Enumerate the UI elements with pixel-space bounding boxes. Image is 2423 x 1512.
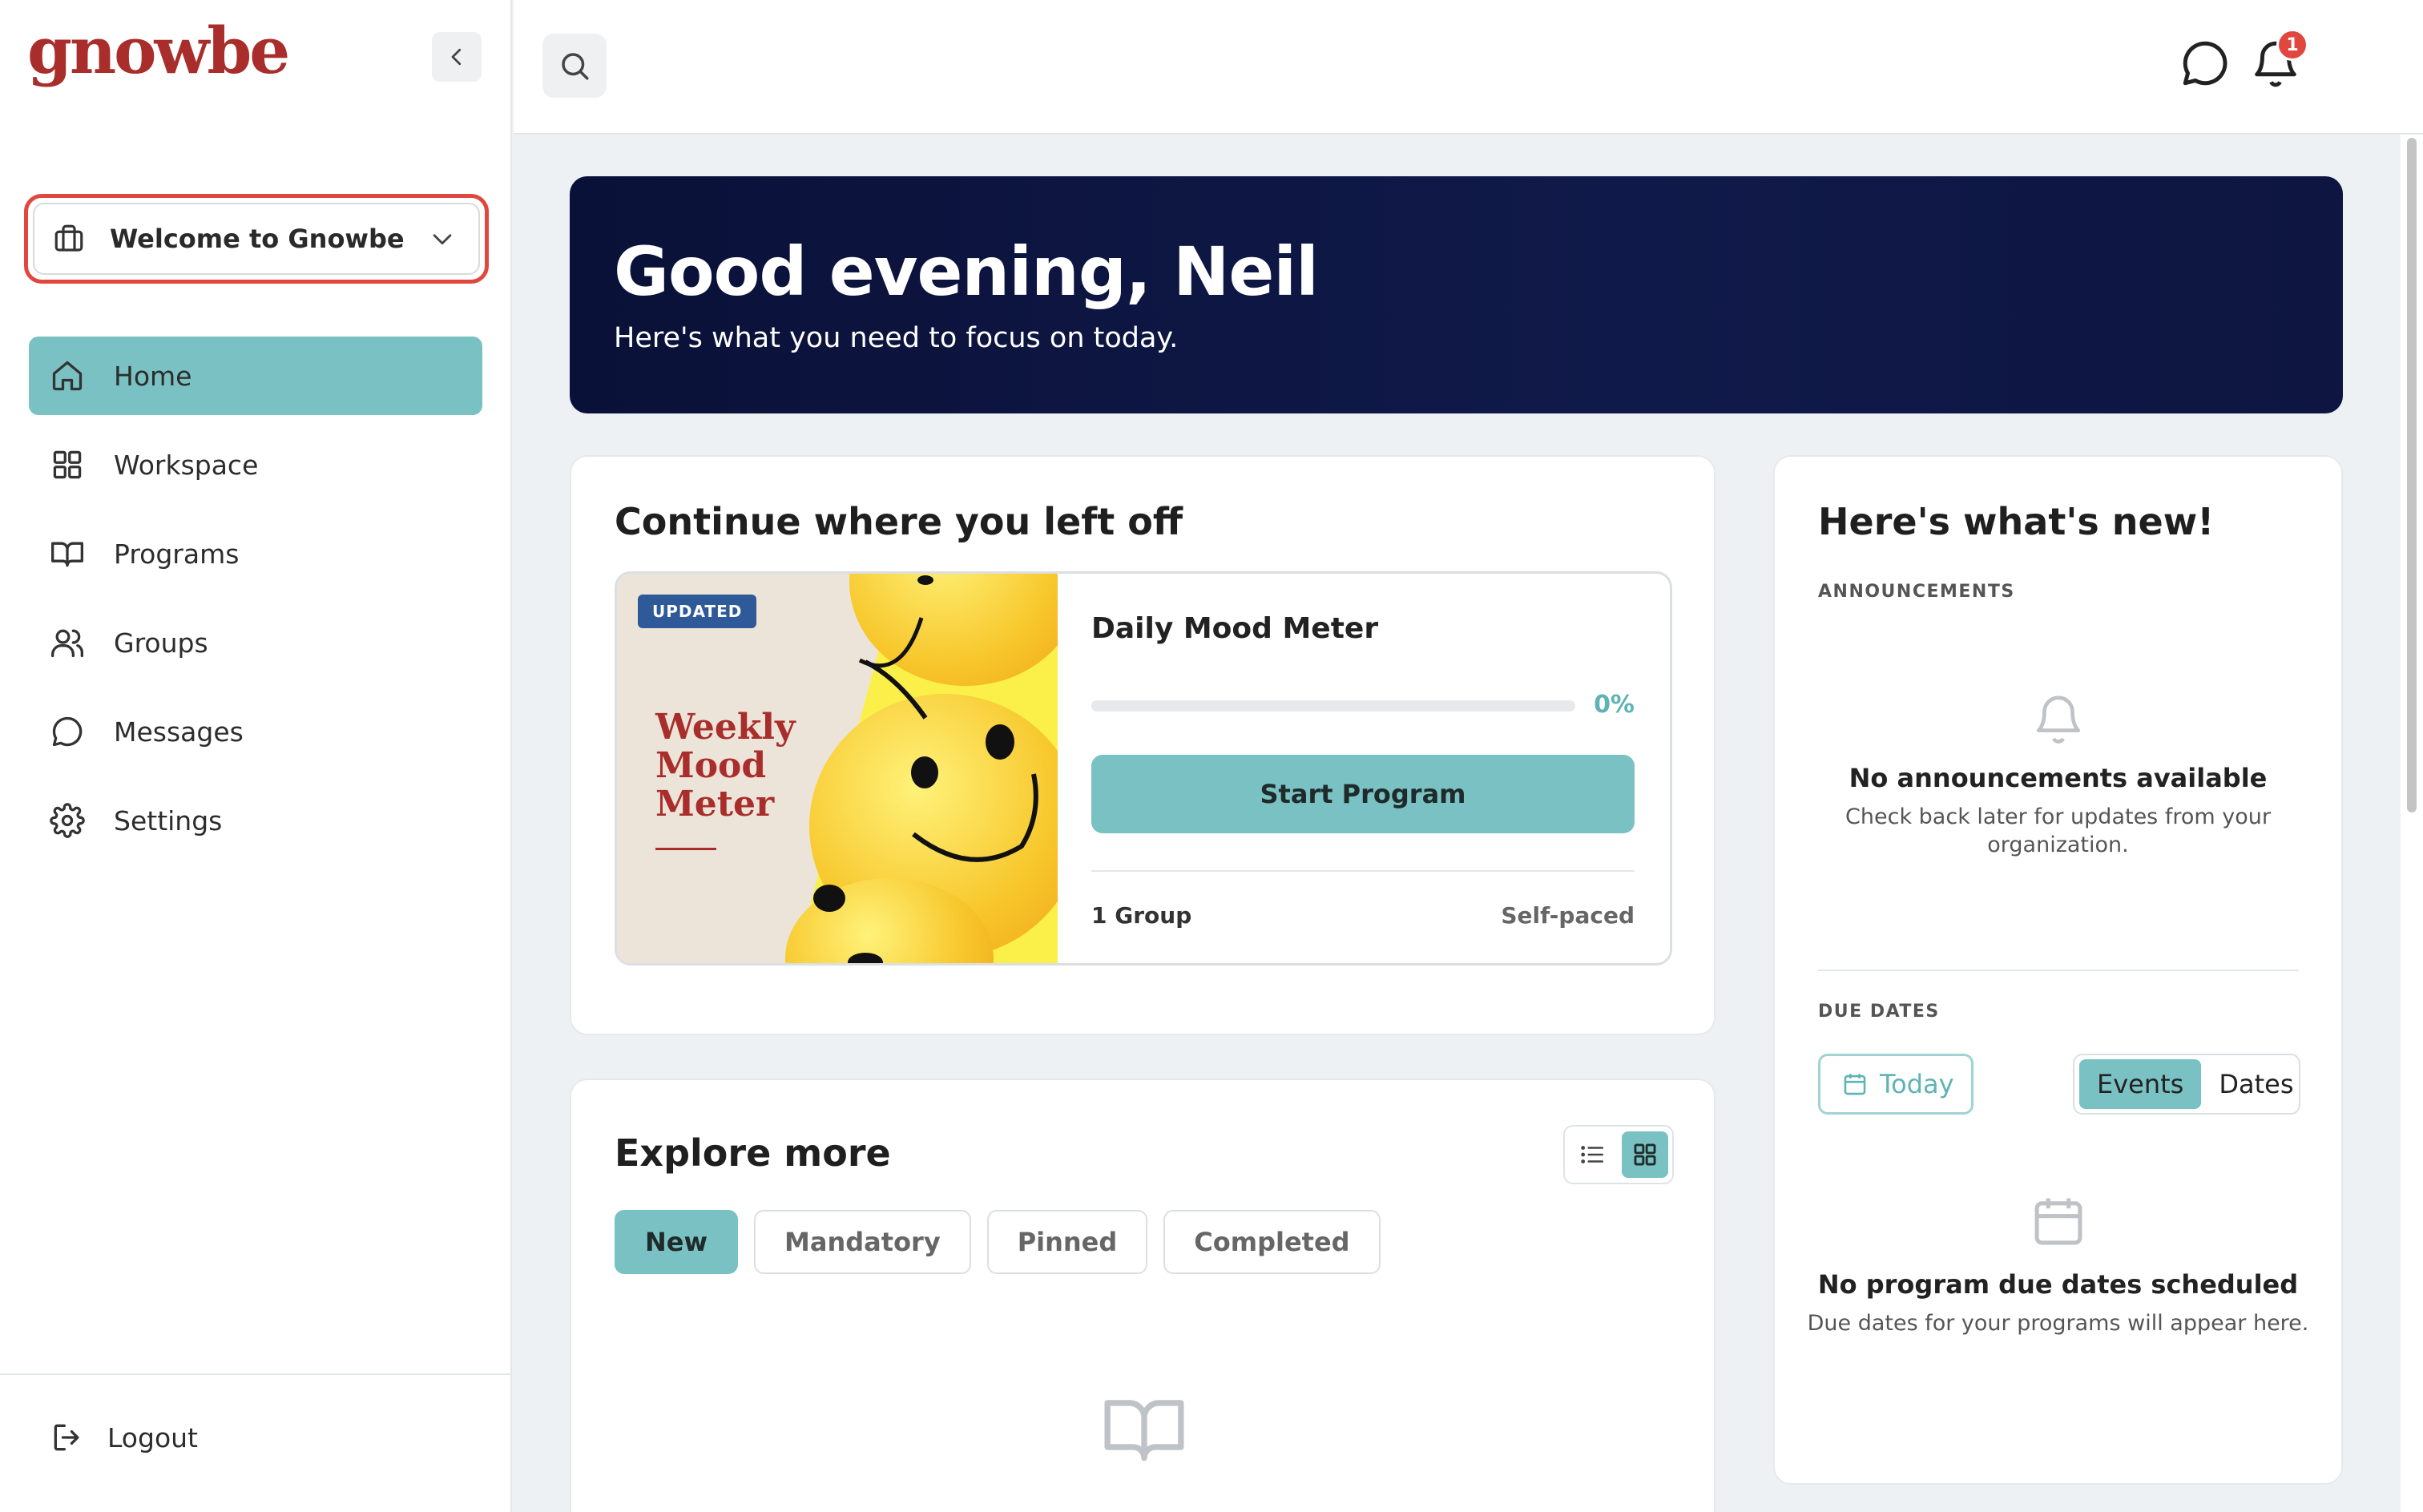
section-divider: [1818, 970, 2299, 971]
calendar-icon: [2034, 1198, 2082, 1245]
events-dates-toggle: Events Dates: [2073, 1054, 2300, 1115]
thumbnail-title: Weekly Mood Meter: [655, 707, 796, 825]
tab-completed[interactable]: Completed: [1163, 1210, 1381, 1274]
program-card[interactable]: UPDATED Weekly Mood Meter Daily Mood Met…: [615, 571, 1672, 966]
explore-card: Explore more New Mandatory Pinned Comple…: [570, 1079, 1715, 1512]
home-icon: [52, 361, 83, 391]
whats-new-card: Here's what's new! ANNOUNCEMENTS No anno…: [1773, 455, 2343, 1485]
whats-new-title: Here's what's new!: [1818, 500, 2215, 543]
sidebar-item-messages[interactable]: Messages: [29, 692, 482, 771]
empty-programs-illustration: [1100, 1385, 1188, 1476]
explore-title: Explore more: [615, 1131, 891, 1175]
announcements-empty-state: No announcements available Check back la…: [1775, 691, 2341, 859]
continue-title: Continue where you left off: [615, 500, 1183, 543]
sidebar: gnowbe Welcome to Gnowbe Home Workspace …: [0, 0, 512, 1512]
chat-icon: [52, 716, 83, 747]
due-dates-empty-text: Due dates for your programs will appear …: [1807, 1311, 2309, 1336]
events-option[interactable]: Events: [2079, 1059, 2202, 1109]
sidebar-item-label: Settings: [114, 804, 223, 837]
collapse-sidebar-button[interactable]: [432, 32, 482, 82]
sidebar-item-label: Messages: [114, 716, 244, 748]
program-card-divider: [1091, 870, 1635, 872]
view-mode-toggle: [1563, 1125, 1674, 1184]
explore-filter-tabs: New Mandatory Pinned Completed: [615, 1210, 1381, 1274]
sidebar-item-label: Programs: [114, 538, 240, 570]
list-icon: [1581, 1146, 1604, 1163]
tab-pinned[interactable]: Pinned: [986, 1210, 1148, 1274]
sidebar-item-label: Groups: [114, 627, 208, 659]
due-dates-empty-state: No program due dates scheduled Due dates…: [1775, 1191, 2341, 1337]
top-bar: 1: [514, 0, 2423, 135]
greeting-title: Good evening, Neil: [614, 232, 1319, 311]
sidebar-item-groups[interactable]: Groups: [29, 603, 482, 682]
program-group-count: 1 Group: [1091, 902, 1192, 929]
list-view-button[interactable]: [1569, 1131, 1615, 1178]
program-name[interactable]: Daily Mood Meter: [1091, 612, 1378, 645]
workspace-selector-label: Welcome to Gnowbe: [110, 224, 405, 254]
progress-bar: [1091, 700, 1575, 712]
sidebar-item-label: Workspace: [114, 449, 259, 481]
search-button[interactable]: [542, 34, 607, 98]
program-details: Daily Mood Meter 0% Start Program 1 Grou…: [1091, 574, 1635, 963]
program-thumbnail[interactable]: UPDATED Weekly Mood Meter: [617, 574, 1058, 963]
gear-icon: [50, 803, 85, 838]
gnowbe-logo[interactable]: gnowbe: [27, 13, 290, 88]
program-pace: Self-paced: [1501, 902, 1635, 929]
users-icon: [51, 629, 83, 658]
greeting-banner: Good evening, Neil Here's what you need …: [570, 176, 2343, 413]
announcements-label: ANNOUNCEMENTS: [1818, 582, 2015, 602]
continue-card: Continue where you left off UPDATED Week…: [570, 455, 1715, 1035]
sidebar-nav: Home Workspace Programs Groups Messages …: [29, 337, 482, 870]
scrollbar-thumb[interactable]: [2407, 138, 2417, 812]
workspace-selector[interactable]: Welcome to Gnowbe: [24, 194, 489, 284]
due-dates-empty-title: No program due dates scheduled: [1817, 1269, 2299, 1300]
today-button[interactable]: Today: [1818, 1054, 1973, 1115]
search-icon: [562, 53, 589, 80]
announcements-empty-title: No announcements available: [1848, 763, 2268, 793]
chevron-left-icon: [451, 48, 462, 66]
book-icon: [1104, 1400, 1184, 1462]
announcements-empty-text: Check back later for updates from your o…: [1845, 804, 2271, 857]
logout-button[interactable]: Logout: [50, 1420, 198, 1455]
thumbnail-underline: [655, 848, 716, 850]
sidebar-item-home[interactable]: Home: [29, 337, 482, 415]
sidebar-item-programs[interactable]: Programs: [29, 514, 482, 593]
logout-label: Logout: [107, 1421, 198, 1454]
tab-mandatory[interactable]: Mandatory: [754, 1210, 971, 1274]
notification-badge: 1: [2276, 29, 2308, 61]
grid-view-button[interactable]: [1622, 1131, 1668, 1178]
chevron-down-icon: [433, 234, 452, 245]
book-icon: [51, 542, 83, 567]
today-label: Today: [1880, 1069, 1954, 1099]
greeting-subtitle: Here's what you need to focus on today.: [614, 322, 1179, 354]
bell-icon: [2036, 696, 2080, 744]
briefcase-icon: [54, 224, 83, 252]
updated-badge: UPDATED: [638, 595, 757, 628]
sidebar-item-settings[interactable]: Settings: [29, 781, 482, 860]
grid-icon: [1634, 1143, 1656, 1166]
tab-new[interactable]: New: [615, 1210, 739, 1274]
sidebar-item-workspace[interactable]: Workspace: [29, 425, 482, 504]
sidebar-footer-divider: [0, 1373, 510, 1375]
calendar-icon: [1844, 1074, 1866, 1095]
dates-option[interactable]: Dates: [2201, 1059, 2311, 1109]
due-dates-label: DUE DATES: [1818, 1002, 1940, 1022]
grid-icon: [53, 450, 82, 479]
start-program-button[interactable]: Start Program: [1091, 755, 1635, 833]
logout-icon: [54, 1424, 79, 1451]
progress-percent: 0%: [1594, 691, 1635, 719]
sidebar-item-label: Home: [114, 360, 192, 392]
messages-button[interactable]: [2179, 37, 2231, 93]
main-scrollbar[interactable]: [2401, 135, 2423, 1512]
chat-icon: [2183, 41, 2227, 86]
